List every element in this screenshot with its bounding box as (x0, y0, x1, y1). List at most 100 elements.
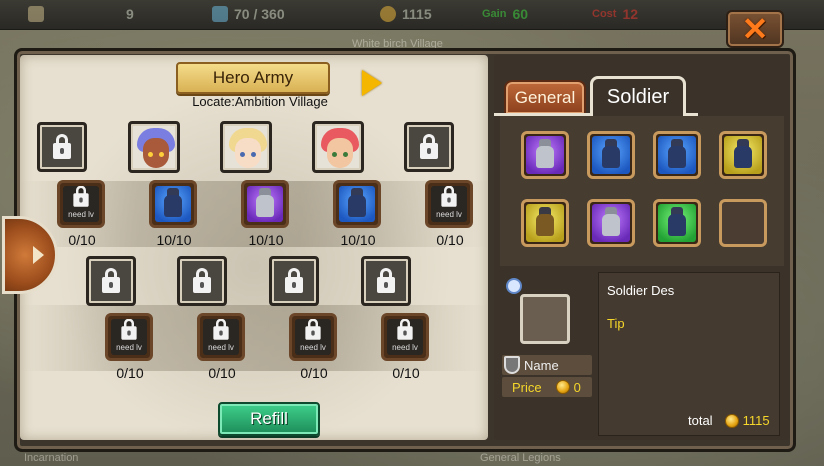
tab-general-label: General (514, 88, 576, 107)
lock-icon (102, 268, 120, 293)
map-bottom-label-left: Incarnation (24, 452, 79, 464)
soldier-option-knight[interactable] (521, 131, 569, 179)
troop-slot-locked[interactable]: need lv (57, 180, 105, 228)
soldier-description: Soldier Des (607, 283, 675, 298)
soldier-option-shieldman[interactable] (587, 131, 635, 179)
refill-button[interactable]: Refill (218, 402, 320, 436)
cost-indicator: Cost 12 (592, 6, 638, 22)
shield-icon (504, 356, 520, 374)
tab-soldier[interactable]: Soldier (590, 76, 686, 116)
soldier-name-row: Name (502, 355, 592, 375)
tab-soldier-label: Soldier (606, 86, 670, 108)
gold-coin-icon (380, 6, 396, 22)
soldier-tip: Tip (607, 316, 625, 331)
gold-indicator: 1115 (380, 6, 432, 22)
gain-indicator: Gain 60 (482, 6, 528, 22)
gold-coin-icon (724, 413, 739, 428)
troop-slot-knight[interactable] (241, 180, 289, 228)
knight-unit-icon (256, 194, 274, 217)
gold-value: 1115 (402, 6, 432, 22)
need-level-label: need lv (208, 342, 234, 352)
population-indicator: 70 / 360 (212, 6, 285, 22)
troop-count: 0/10 (116, 365, 144, 381)
cannon-unit-icon (536, 213, 554, 236)
hero-slot-locked[interactable] (269, 256, 319, 306)
time-indicator: 9 (126, 6, 134, 22)
lock-icon (73, 186, 89, 207)
close-icon: ✕ (741, 11, 769, 47)
resource-bar: 9 70 / 360 1115 Gain 60 Cost 12 (0, 0, 824, 30)
soldier-option-swordsman[interactable] (653, 131, 701, 179)
next-army-arrow-icon[interactable] (362, 70, 382, 96)
troop-slot-locked[interactable]: need lv (289, 313, 337, 361)
hourglass-indicator (28, 6, 44, 22)
hero-slot-locked[interactable] (361, 256, 411, 306)
hero-slot-locked[interactable] (37, 122, 87, 172)
soldier-option-heavy-knight[interactable] (587, 199, 635, 247)
hero-slot-locked[interactable] (86, 256, 136, 306)
heavy-knight-unit-icon (602, 213, 620, 236)
lock-icon (193, 268, 211, 293)
archer-unit-icon (734, 145, 752, 168)
soldier-option-cannon[interactable] (521, 199, 569, 247)
population-value: 70 / 360 (234, 6, 285, 22)
lock-icon (441, 186, 457, 207)
knight-unit-icon (536, 145, 554, 168)
tab-general[interactable]: General (504, 80, 586, 116)
soldier-price-value: 0 (573, 379, 581, 395)
shieldman-unit-icon (348, 194, 366, 217)
soldier-name-label: Name (524, 357, 559, 373)
time-value: 9 (126, 6, 134, 22)
army-location: Locate:Ambition Village (192, 94, 328, 109)
hero-portrait-3[interactable] (312, 121, 364, 173)
cost-label: Cost (592, 8, 617, 20)
soldier-option-archer[interactable] (719, 131, 767, 179)
soldier-price-label: Price (512, 379, 542, 395)
troop-count: 10/10 (248, 232, 284, 248)
lock-icon (420, 134, 438, 159)
need-level-label: need lv (116, 342, 142, 352)
lock-icon (53, 134, 71, 159)
need-level-label: need lv (300, 342, 326, 352)
map-bottom-label-mid: General Legions (480, 452, 561, 464)
hero-slot-locked[interactable] (177, 256, 227, 306)
hourglass-icon (28, 6, 44, 22)
soldier-option-empty[interactable] (719, 199, 767, 247)
need-level-label: need lv (68, 209, 94, 219)
gold-coin-icon (555, 380, 570, 394)
troop-count: 0/10 (436, 232, 464, 248)
army-title: Hero Army (212, 68, 294, 87)
soldier-price-row: Price 0 (502, 377, 592, 397)
hero-slot-locked[interactable] (404, 122, 454, 172)
need-level-label: need lv (436, 209, 462, 219)
troop-count: 0/10 (392, 365, 420, 381)
troop-slot-locked[interactable]: need lv (197, 313, 245, 361)
population-icon (212, 6, 228, 22)
hero-portrait-2[interactable] (220, 121, 272, 173)
shieldman-unit-icon (602, 145, 620, 168)
troop-count: 0/10 (300, 365, 328, 381)
troop-slot-shieldman[interactable] (333, 180, 381, 228)
troop-count: 0/10 (68, 232, 96, 248)
skill-bolt-icon (506, 278, 522, 294)
gain-value: 60 (512, 6, 529, 22)
lock-icon (121, 319, 137, 340)
cost-value: 12 (622, 6, 639, 22)
need-level-label: need lv (392, 342, 418, 352)
archer-unit-icon (164, 194, 182, 217)
mage-unit-icon (668, 213, 686, 236)
troop-slot-locked[interactable]: need lv (425, 180, 473, 228)
troop-count: 10/10 (156, 232, 192, 248)
swordsman-unit-icon (668, 145, 686, 168)
hero-portrait-1[interactable] (128, 121, 180, 173)
total-gold: total 1115 (688, 413, 770, 428)
close-button[interactable]: ✕ (726, 10, 784, 48)
soldier-option-mage[interactable] (653, 199, 701, 247)
lock-icon (213, 319, 229, 340)
troop-slot-locked[interactable]: need lv (381, 313, 429, 361)
army-title-banner: Hero Army (162, 62, 344, 96)
gain-label: Gain (482, 8, 507, 20)
troop-slot-locked[interactable]: need lv (105, 313, 153, 361)
troop-slot-archer[interactable] (149, 180, 197, 228)
total-value: 1115 (742, 413, 770, 428)
